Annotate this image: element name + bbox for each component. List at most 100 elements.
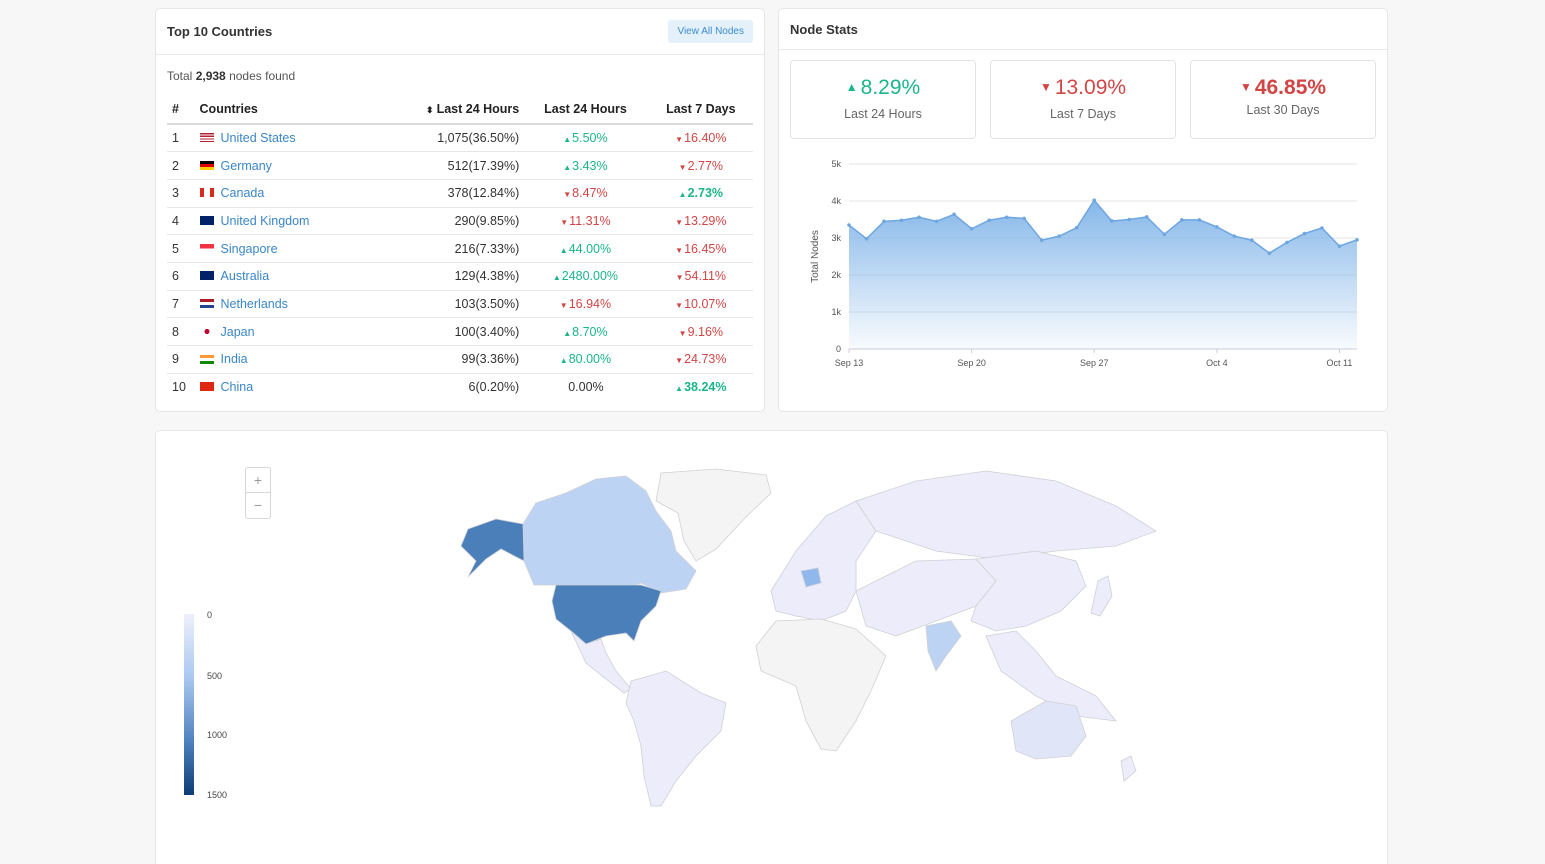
chart-point[interactable] — [1285, 240, 1289, 245]
sort-icon: ⬍ — [426, 105, 434, 115]
up-arrow-icon: ▲ — [563, 328, 572, 338]
row-count: 378(12.84%) — [377, 179, 523, 208]
chart-ylabel: Total Nodes — [810, 230, 821, 283]
chart-point[interactable] — [1302, 231, 1307, 236]
chart-point[interactable] — [1004, 215, 1009, 220]
chart-point[interactable] — [969, 226, 974, 231]
row-change-7d: ▼9.16% — [648, 317, 753, 346]
chart-point[interactable] — [1127, 217, 1132, 222]
col-count-header[interactable]: ⬍ Last 24 Hours — [377, 95, 523, 125]
country-link[interactable]: Netherlands — [221, 297, 288, 311]
row-count: 512(17.39%) — [377, 151, 523, 180]
chart-ytick-label: 0 — [836, 344, 841, 354]
chart-point[interactable] — [847, 223, 851, 227]
map-africa[interactable] — [755, 618, 887, 752]
row-rank: 3 — [167, 179, 200, 208]
row-change-7d: ▼16.45% — [648, 234, 753, 263]
country-link[interactable]: Canada — [221, 186, 265, 200]
chart-point[interactable] — [1022, 216, 1026, 221]
chart-point[interactable] — [1355, 238, 1359, 242]
row-count: 100(3.40%) — [377, 317, 523, 346]
country-link[interactable]: Australia — [221, 269, 270, 283]
top-countries-header: Top 10 Countries View All Nodes — [156, 9, 764, 55]
chart-point[interactable] — [1232, 234, 1237, 238]
map-new-zealand[interactable] — [1120, 755, 1137, 782]
row-change-24h: ▼11.31% — [522, 207, 649, 236]
country-link[interactable]: China — [221, 380, 254, 394]
up-arrow-icon: ▲ — [678, 190, 687, 200]
map-central-asia[interactable] — [855, 558, 997, 637]
table-row: 6 Australia 129(4.38%) ▲2480.00% ▼54.11% — [167, 262, 753, 291]
chart-xtick-label: Oct 4 — [1206, 358, 1228, 368]
map-india[interactable] — [925, 620, 962, 672]
chart-ytick-label: 2k — [831, 270, 841, 280]
stat-box: ▼ 13.09% Last 7 Days — [990, 60, 1176, 139]
stat-value-text: 13.09% — [1054, 76, 1127, 99]
top-countries-title: Top 10 Countries — [167, 24, 273, 39]
up-arrow-icon: ▲ — [675, 384, 684, 394]
up-arrow-icon: ▲ — [563, 162, 572, 172]
map-japan[interactable] — [1090, 575, 1113, 617]
down-arrow-icon: ▼ — [560, 217, 569, 227]
map-russia[interactable] — [855, 470, 1157, 560]
chart-point[interactable] — [1250, 238, 1254, 243]
map-china[interactable] — [970, 550, 1087, 632]
row-change-24h: ▼8.47% — [522, 179, 649, 208]
map-alaska[interactable] — [460, 518, 525, 578]
change-24h-value: 5.50% — [572, 131, 608, 146]
change-24h-value: 80.00% — [568, 352, 612, 367]
chart-point[interactable] — [1057, 234, 1062, 238]
up-arrow-icon: ▲ — [552, 273, 561, 283]
chart-point[interactable] — [1162, 232, 1167, 237]
table-row: 10 China 6(0.20%) 0.00% ▲38.24% — [167, 373, 753, 401]
country-link[interactable]: India — [221, 352, 248, 366]
chart-point[interactable] — [1039, 238, 1044, 243]
chart-point[interactable] — [1337, 244, 1342, 248]
chart-point[interactable] — [1267, 251, 1272, 255]
country-link[interactable]: Germany — [221, 159, 272, 173]
chart-point[interactable] — [1320, 226, 1324, 230]
country-link[interactable]: Singapore — [221, 242, 278, 256]
chart-point[interactable] — [1180, 218, 1184, 222]
chart-point[interactable] — [987, 218, 991, 223]
row-change-24h: ▲3.43% — [522, 151, 649, 180]
col-country-header[interactable]: Countries — [199, 95, 378, 125]
map-south-america[interactable] — [625, 670, 727, 807]
country-link[interactable]: United States — [221, 131, 296, 145]
map-united-states[interactable] — [551, 584, 662, 645]
change-24h-value: 8.70% — [572, 324, 608, 339]
chart-point[interactable] — [1109, 219, 1114, 223]
chart-point[interactable] — [1215, 225, 1219, 229]
row-change-24h: ▲2480.00% — [522, 262, 649, 291]
map-mexico[interactable] — [570, 630, 632, 694]
change-7d-value: 10.07% — [684, 296, 727, 311]
chart-point[interactable] — [899, 218, 904, 223]
map-australia[interactable] — [1010, 700, 1087, 760]
up-arrow-icon: ▲ — [559, 356, 568, 366]
view-all-nodes-button[interactable]: View All Nodes — [668, 20, 753, 43]
chart-point[interactable] — [917, 215, 921, 220]
chart-point[interactable] — [1144, 215, 1149, 219]
row-country: United Kingdom — [199, 207, 378, 236]
chart-point[interactable] — [1092, 198, 1097, 203]
row-change-7d: ▼2.77% — [648, 151, 753, 180]
col-change24-header[interactable]: Last 24 Hours — [522, 95, 649, 125]
table-row: 4 United Kingdom 290(9.85%) ▼11.31% ▼13.… — [167, 207, 753, 236]
chart-point[interactable] — [1197, 218, 1202, 222]
chart-point[interactable] — [864, 236, 869, 241]
chart-point[interactable] — [882, 219, 886, 224]
chart-point[interactable] — [1074, 225, 1079, 230]
row-change-24h: ▼16.94% — [522, 290, 649, 319]
col-change7-header[interactable]: Last 7 Days — [648, 95, 753, 125]
down-arrow-icon: ▼ — [559, 300, 568, 310]
up-arrow-icon: ▲ — [563, 135, 572, 145]
flag-sg-icon — [199, 243, 214, 253]
row-country: China — [199, 373, 378, 401]
row-rank: 2 — [167, 151, 200, 180]
total-prefix: Total — [167, 69, 193, 83]
country-link[interactable]: United Kingdom — [221, 214, 310, 228]
chart-point[interactable] — [952, 212, 956, 217]
chart-point[interactable] — [934, 219, 939, 224]
country-link[interactable]: Japan — [221, 325, 255, 339]
node-stats-chart: 0 1k 2k 3k 4k 5k Sep 13 Sep 20 Sep 27 Oct 4 Oct 11… — [810, 159, 1359, 368]
